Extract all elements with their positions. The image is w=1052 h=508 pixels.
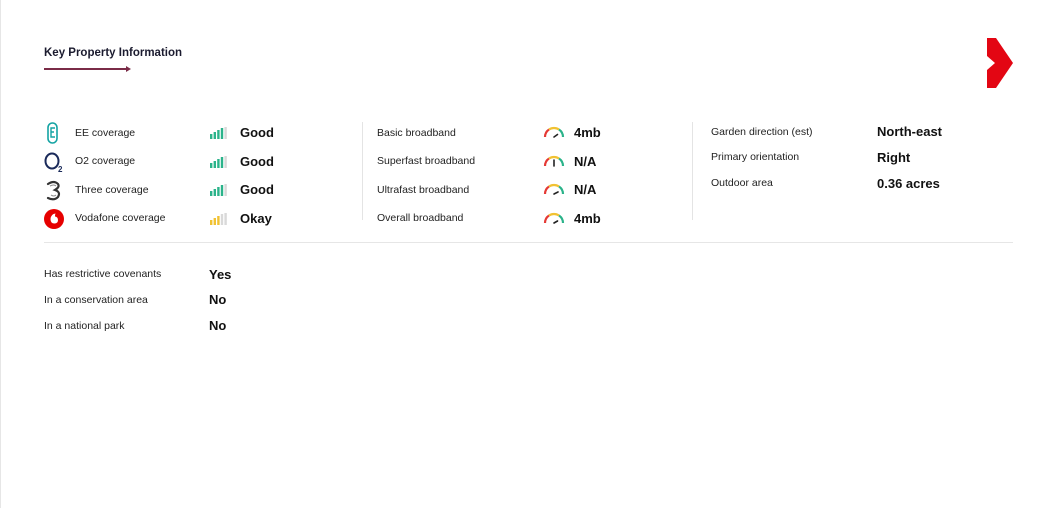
section-title: Key Property Information [44,47,183,59]
section-divider [44,242,1013,243]
overall-broadband-label: Overall broadband [377,212,464,224]
outdoor-area-value: 0.36 acres [877,175,940,191]
superfast-broadband-label: Superfast broadband [377,155,476,167]
vodafone-signal-bars-icon [210,213,227,225]
three-signal-bars-icon [210,184,227,196]
three-logo-icon [43,180,65,202]
ee-signal-bars-icon [210,127,227,139]
basic-broadband-value: 4mb [574,124,601,140]
primary-orientation-value: Right [877,149,911,165]
garden-direction-label: Garden direction (est) [711,126,813,138]
overall-broadband-gauge-icon [543,212,565,224]
title-underline [44,66,131,72]
superfast-broadband-value: N/A [574,153,597,169]
vodafone-coverage-status: Okay [240,210,272,226]
ultrafast-broadband-label: Ultrafast broadband [377,184,470,196]
vodafone-logo-icon [43,208,65,230]
superfast-broadband-gauge-icon [543,155,565,167]
conservation-area-value: No [209,291,227,307]
basic-broadband-label: Basic broadband [377,127,456,139]
national-park-value: No [209,317,227,333]
basic-broadband-gauge-icon [543,126,565,138]
svg-text:2: 2 [58,165,63,173]
ultrafast-broadband-value: N/A [574,181,597,197]
restrictive-covenants-label: Has restrictive covenants [44,268,162,280]
brand-logo-icon [987,38,1013,88]
ee-coverage-status: Good [240,124,274,140]
garden-direction-value: North-east [877,123,943,139]
o2-signal-bars-icon [210,156,227,168]
o2-coverage-label: O2 coverage [75,155,136,167]
conservation-area-label: In a conservation area [44,294,148,306]
overall-broadband-value: 4mb [574,210,601,226]
national-park-label: In a national park [44,320,125,332]
ee-coverage-label: EE coverage [75,127,136,139]
primary-orientation-label: Primary orientation [711,151,800,163]
ee-logo-icon [43,122,65,144]
restrictive-covenants-value: Yes [209,266,232,282]
vodafone-coverage-label: Vodafone coverage [75,212,166,224]
page-frame [0,0,1052,508]
column-divider [692,122,693,220]
ultrafast-broadband-gauge-icon [543,183,565,195]
three-coverage-status: Good [240,181,274,197]
outdoor-area-label: Outdoor area [711,177,773,189]
column-divider [362,122,363,220]
o2-coverage-status: Good [240,153,274,169]
three-coverage-label: Three coverage [75,184,149,196]
o2-logo-icon: 2 [43,151,65,173]
